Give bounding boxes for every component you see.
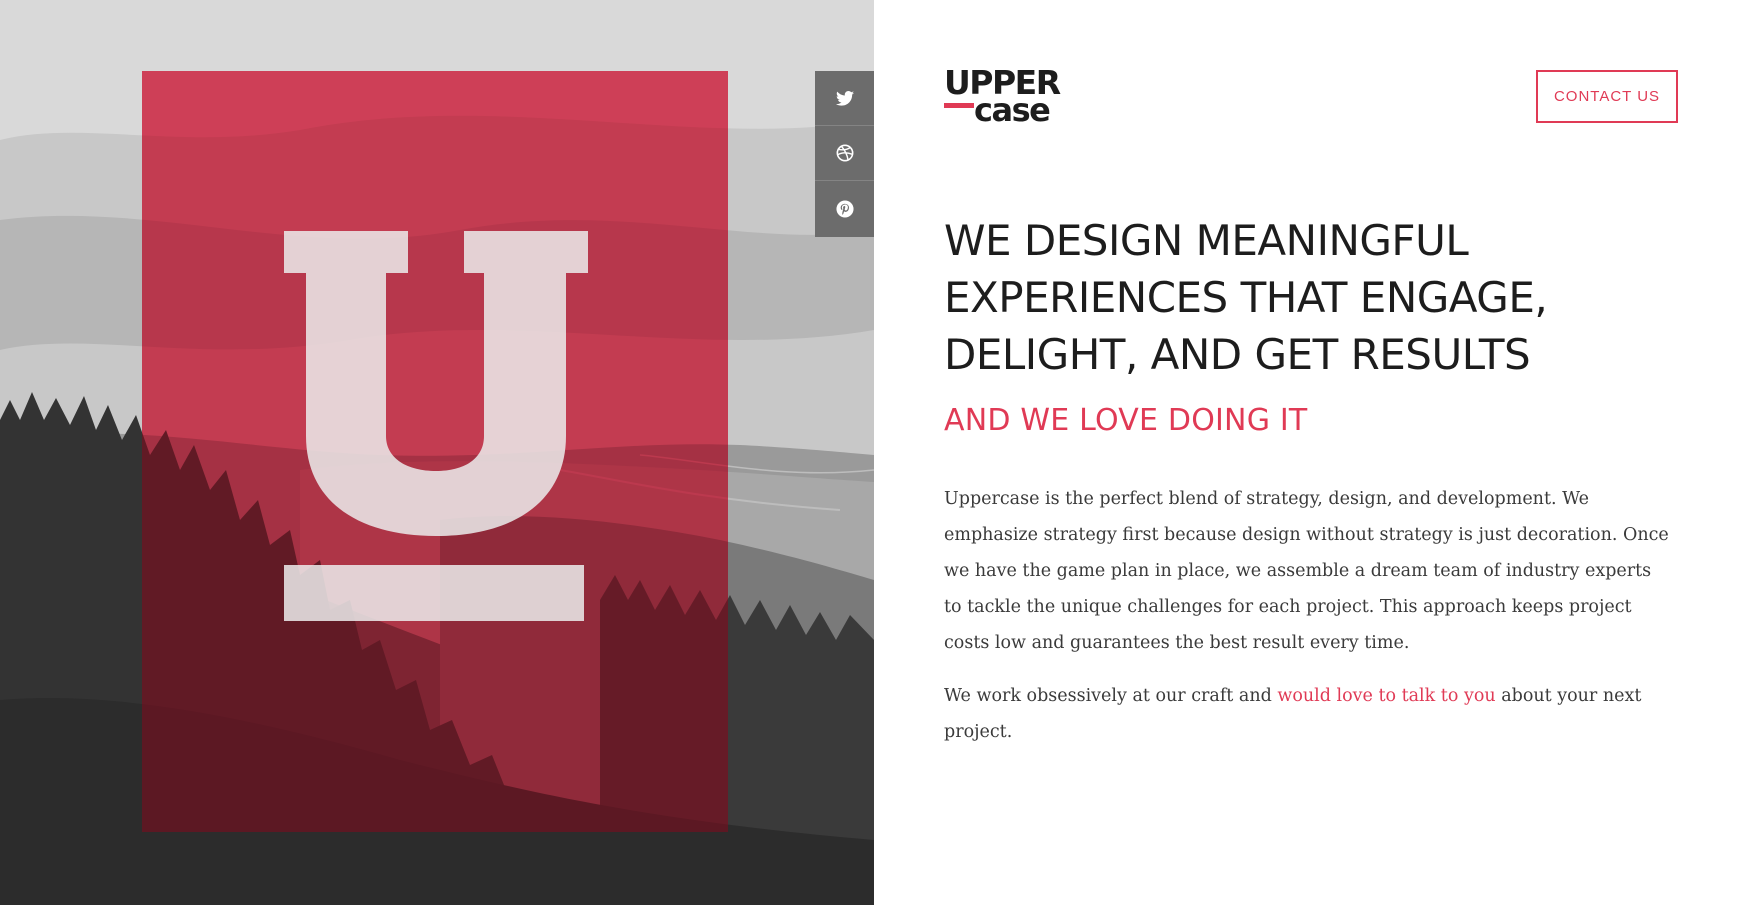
page: UPPER case CONTACT US WE DESIGN MEANINGF… xyxy=(0,0,1747,905)
brand-logo-accent-bar xyxy=(944,103,974,108)
talk-to-us-link[interactable]: would love to talk to you xyxy=(1277,686,1495,706)
dribbble-icon xyxy=(836,144,853,162)
hero-image xyxy=(0,0,874,905)
pinterest-button[interactable] xyxy=(815,181,874,237)
brand-logo[interactable]: UPPER case xyxy=(944,66,1084,130)
twitter-icon xyxy=(835,90,854,106)
contact-us-button[interactable]: CONTACT US xyxy=(1536,70,1678,123)
twitter-button[interactable] xyxy=(815,71,874,126)
cta-paragraph: We work obsessively at our craft and wou… xyxy=(944,678,1674,750)
brand-logo-case: case xyxy=(974,91,1051,129)
dribbble-button[interactable] xyxy=(815,126,874,181)
cta-text-before: We work obsessively at our craft and xyxy=(944,686,1278,706)
pinterest-icon xyxy=(835,200,854,218)
intro-copy: Uppercase is the perfect blend of strate… xyxy=(944,481,1674,767)
intro-paragraph: Uppercase is the perfect blend of strate… xyxy=(944,489,1669,653)
u-monogram-icon xyxy=(284,231,588,621)
page-subheadline: AND WE LOVE DOING IT xyxy=(944,403,1308,438)
page-headline: WE DESIGN MEANINGFUL EXPERIENCES THAT EN… xyxy=(944,216,1548,379)
social-bar xyxy=(815,71,874,237)
